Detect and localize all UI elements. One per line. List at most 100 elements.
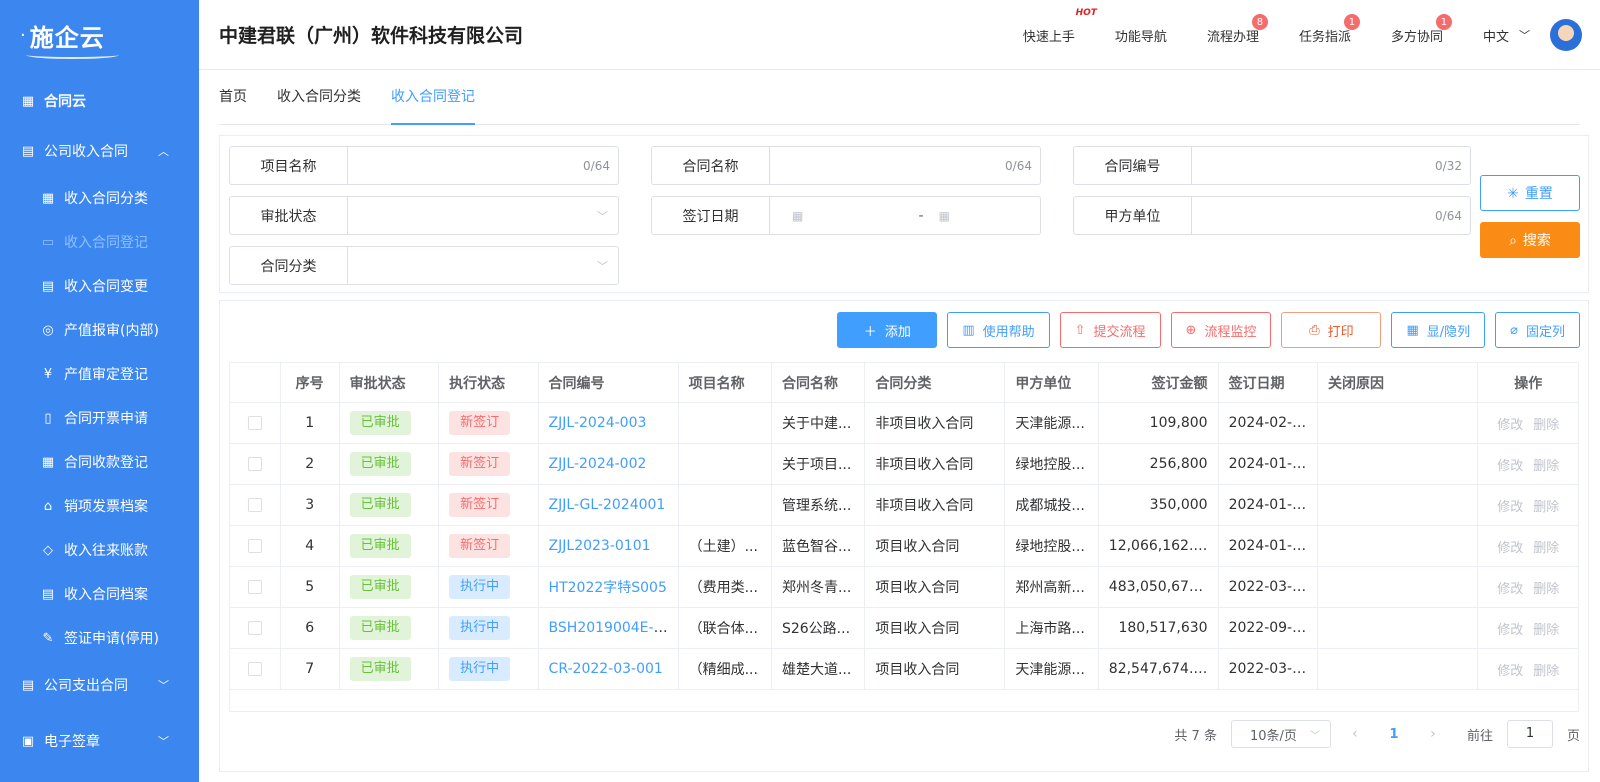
- table-row[interactable]: 1 已审批 新签订 ZJJL-2024-003 关于中建... 非项目收入合同 天津能源..…: [229, 402, 1579, 444]
- row-checkbox[interactable]: [247, 498, 262, 512]
- row-checkbox[interactable]: [247, 416, 262, 430]
- header-link[interactable]: 任务指派 1: [1299, 12, 1361, 45]
- row-checkbox[interactable]: [247, 621, 262, 635]
- char-count: 0/64: [1005, 158, 1032, 173]
- edit-button[interactable]: 修改: [1497, 418, 1523, 433]
- approval-status-select[interactable]: ﹀: [348, 197, 618, 234]
- fix-columns-button[interactable]: ⌀ 固定列: [1495, 312, 1580, 348]
- table-row[interactable]: 3 已审批 新签订 ZJJL-GL-2024001 管理系统... 非项目收入合同 成都城投…: [229, 484, 1579, 526]
- header-link[interactable]: 多方协同 1: [1390, 12, 1453, 45]
- cell-code: CR-2022-03-001: [537, 648, 679, 690]
- contract-code-link[interactable]: HT2022字特S005: [549, 580, 667, 596]
- sidebar-item[interactable]: ✎ 签证申请(停用): [0, 616, 199, 660]
- sidebar-item[interactable]: ◇ 收入往来账款: [0, 528, 199, 572]
- delete-button[interactable]: 删除: [1533, 541, 1559, 556]
- menu-group-expense[interactable]: ▤ 公司支出合同 ﹀: [0, 660, 199, 710]
- project-name-input[interactable]: 0/64: [348, 147, 618, 184]
- contract-code-link[interactable]: ZJJL-2024-003: [549, 415, 647, 431]
- table-row[interactable]: 6 已审批 执行中 BSH2019004E-01 （联合体... S26公路... 项目收入…: [229, 607, 1579, 649]
- row-checkbox[interactable]: [247, 580, 262, 594]
- avatar[interactable]: [1550, 19, 1582, 51]
- delete-button[interactable]: 删除: [1533, 500, 1559, 515]
- approval-status-tag: 已审批: [349, 411, 411, 435]
- page-size-select[interactable]: 10条/页 ﹀: [1230, 720, 1331, 748]
- notification-badge: 1: [1434, 12, 1453, 31]
- tab-contract-register[interactable]: 收入合同登记: [391, 70, 475, 125]
- cell-project: （土建）...: [677, 525, 772, 567]
- help-button[interactable]: ▥ 使用帮助: [947, 312, 1050, 348]
- reset-button[interactable]: ✳ 重置: [1480, 175, 1580, 211]
- cell-category: 项目收入合同: [864, 607, 1006, 649]
- header-link[interactable]: 快速上手 HOT: [1023, 8, 1097, 45]
- col-header: 执行状态: [438, 362, 539, 403]
- menu-group-esign[interactable]: ▣ 电子签章 ﹀: [0, 716, 199, 766]
- contract-category-select[interactable]: ﹀: [348, 247, 618, 284]
- sidebar-item[interactable]: ▭ 收入合同登记: [0, 220, 199, 264]
- contract-code-link[interactable]: BSH2019004E-01: [549, 620, 672, 636]
- contract-code-link[interactable]: ZJJL-2024-002: [549, 456, 647, 472]
- edit-button[interactable]: 修改: [1497, 459, 1523, 474]
- next-page-icon[interactable]: ›: [1423, 726, 1443, 742]
- language-select[interactable]: 中文 ﹀: [1483, 26, 1530, 45]
- cell-reason: [1317, 566, 1479, 608]
- delete-button[interactable]: 删除: [1533, 664, 1559, 679]
- edit-button[interactable]: 修改: [1497, 541, 1523, 556]
- sidebar-item[interactable]: ▦ 收入合同分类: [0, 176, 199, 220]
- tab-home[interactable]: 首页: [219, 70, 247, 125]
- goto-label: 前往: [1466, 728, 1493, 744]
- contract-code-link[interactable]: ZJJL2023-0101: [549, 538, 651, 554]
- prev-page-icon[interactable]: ‹: [1345, 726, 1365, 742]
- toggle-columns-button[interactable]: ▦ 显/隐列: [1391, 312, 1486, 348]
- row-checkbox[interactable]: [247, 539, 262, 553]
- add-button[interactable]: ＋ 添加: [837, 312, 938, 348]
- sidebar-item[interactable]: ▤ 收入合同档案: [0, 572, 199, 616]
- table-row[interactable]: 5 已审批 执行中 HT2022字特S005 （费用类... 郑州冬青... 项目收入合同郑…: [229, 566, 1579, 608]
- goto-page-input[interactable]: 1: [1506, 720, 1553, 748]
- sidebar-item[interactable]: ¥ 产值审定登记: [0, 352, 199, 396]
- edit-button[interactable]: 修改: [1497, 623, 1523, 638]
- table-row[interactable]: 4 已审批 新签订 ZJJL2023-0101 （土建）... 蓝色智谷... 项目收入合同…: [229, 525, 1579, 567]
- sidebar-item[interactable]: ◎ 产值报审(内部): [0, 308, 199, 352]
- cell-no: 4: [279, 525, 340, 567]
- edit-button[interactable]: 修改: [1497, 500, 1523, 515]
- cell-name: 郑州冬青...: [770, 566, 866, 608]
- menu-contract-cloud[interactable]: ▦ 合同云: [0, 84, 199, 118]
- col-header: 签订金额: [1097, 362, 1219, 403]
- sign-date-range[interactable]: ▦ - ▦: [770, 197, 1040, 234]
- search-button[interactable]: ⌕ 搜索: [1480, 222, 1580, 258]
- submit-flow-button[interactable]: ⇧ 提交流程: [1059, 312, 1161, 348]
- print-button[interactable]: ⎙ 打印: [1281, 312, 1382, 348]
- header-link[interactable]: 功能导航: [1115, 26, 1167, 45]
- delete-button[interactable]: 删除: [1533, 459, 1559, 474]
- menu-group-income[interactable]: ▤ 公司收入合同 ︿: [0, 126, 199, 176]
- row-checkbox[interactable]: [247, 662, 262, 676]
- contract-code-link[interactable]: CR-2022-03-001: [549, 661, 663, 677]
- cell-party: 成都城投...: [1004, 484, 1099, 526]
- edit-button[interactable]: 修改: [1497, 582, 1523, 597]
- delete-button[interactable]: 删除: [1533, 582, 1559, 597]
- page-number[interactable]: 1: [1379, 727, 1409, 742]
- cell-project: （精细成...: [677, 648, 772, 690]
- flow-monitor-button[interactable]: ⊕ 流程监控: [1170, 312, 1272, 348]
- delete-button[interactable]: 删除: [1533, 418, 1559, 433]
- tab-contract-category[interactable]: 收入合同分类: [277, 70, 361, 125]
- sidebar-item[interactable]: ▦ 合同收款登记: [0, 440, 199, 484]
- table-row[interactable]: 7 已审批 执行中 CR-2022-03-001 （精细成... 雄楚大道... 项目收入合…: [229, 648, 1579, 690]
- header-nav: 快速上手 HOT 功能导航 流程办理 8 任务指派 1 多方协同 1 中文 ﹀: [1003, 0, 1600, 70]
- table-row[interactable]: 2 已审批 新签订 ZJJL-2024-002 关于项目... 非项目收入合同 绿地控股..…: [229, 443, 1579, 485]
- cell-exec: 新签订: [438, 484, 539, 526]
- row-checkbox[interactable]: [247, 457, 262, 471]
- sidebar-item[interactable]: ▯ 合同开票申请: [0, 396, 199, 440]
- contract-code-link[interactable]: ZJJL-GL-2024001: [549, 497, 666, 513]
- header-link-label: 功能导航: [1114, 29, 1167, 45]
- contract-name-input[interactable]: 0/64: [770, 147, 1040, 184]
- party-a-input[interactable]: 0/64: [1192, 197, 1470, 234]
- delete-button[interactable]: 删除: [1533, 623, 1559, 638]
- edit-button[interactable]: 修改: [1497, 664, 1523, 679]
- header-link-label: 多方协同: [1390, 29, 1443, 45]
- header-link[interactable]: 流程办理 8: [1207, 12, 1269, 45]
- sidebar-item[interactable]: ▤ 收入合同变更: [0, 264, 199, 308]
- chevron-up-icon: ︿: [158, 145, 169, 158]
- contract-no-input[interactable]: 0/32: [1192, 147, 1470, 184]
- sidebar-item[interactable]: ⌂ 销项发票档案: [0, 484, 199, 528]
